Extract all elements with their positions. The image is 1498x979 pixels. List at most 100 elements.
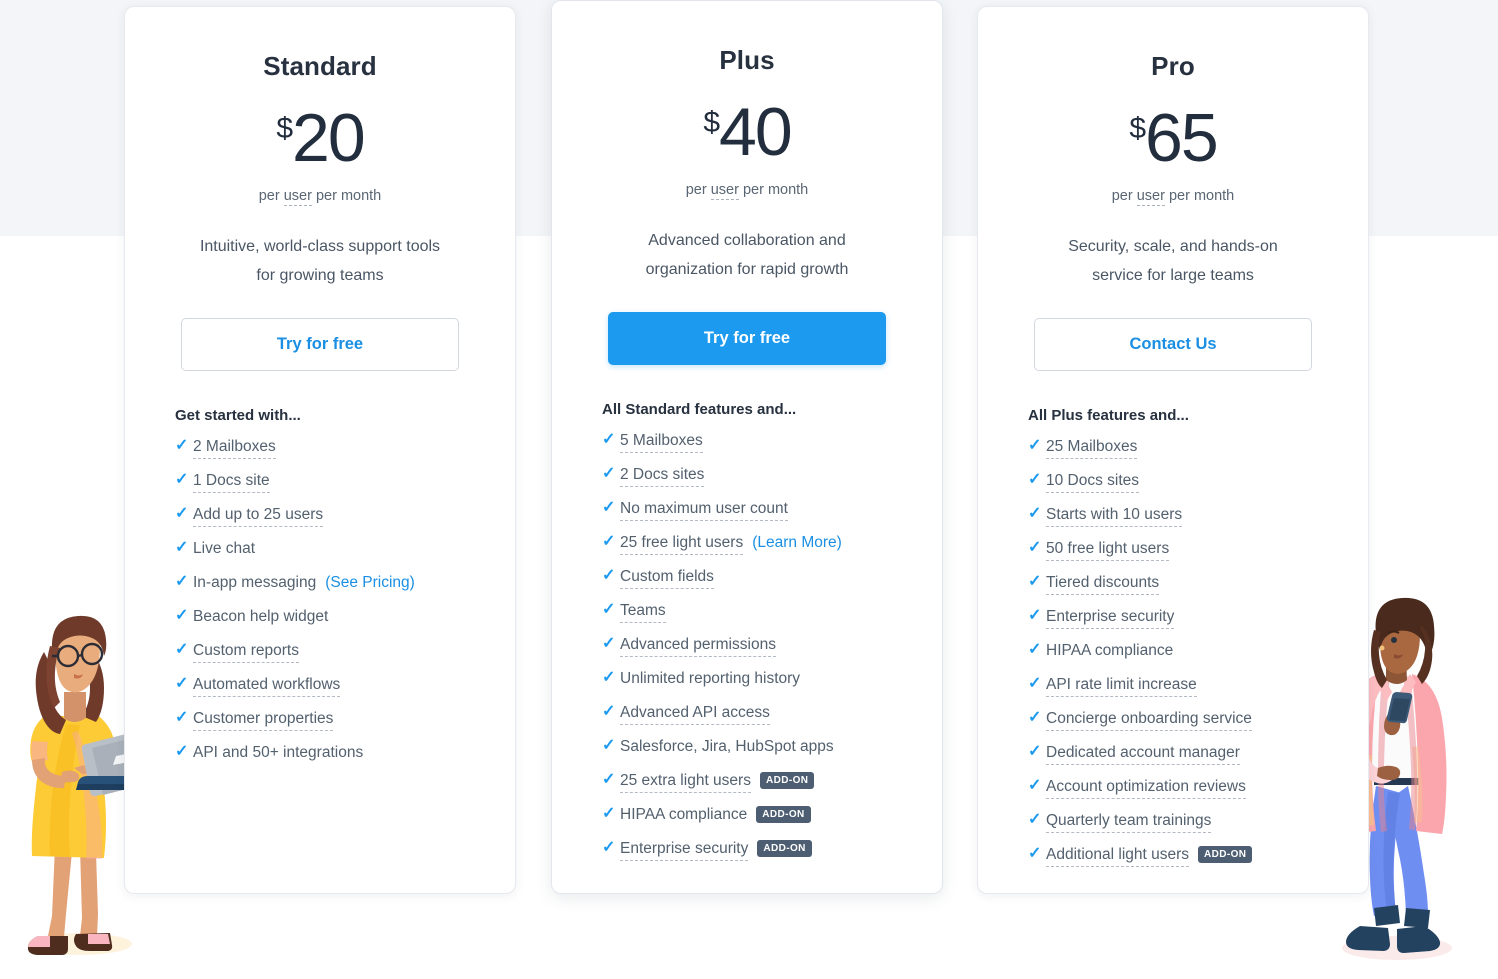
feature-item: ✓ Enterprise security ADD-ON [602, 840, 914, 874]
feature-label-tooltip[interactable]: 2 Docs sites [620, 466, 705, 487]
feature-label-tooltip[interactable]: Enterprise security [620, 840, 749, 861]
feature-item: ✓ Salesforce, Jira, HubSpot apps [602, 738, 914, 772]
features-heading-pro: All Plus features and... [1028, 407, 1189, 424]
period-term-tooltip[interactable]: user [283, 188, 312, 206]
feature-link[interactable]: (Learn More) [752, 534, 842, 552]
feature-item: ✓ 1 Docs site [175, 472, 487, 506]
pricing-card-standard: Standard $20 per user per month Intuitiv… [124, 6, 516, 894]
feature-label-tooltip[interactable]: Additional light users [1046, 846, 1190, 867]
feature-label-tooltip[interactable]: Customer properties [193, 710, 334, 731]
feature-label-tooltip[interactable]: 5 Mailboxes [620, 432, 703, 453]
check-icon: ✓ [1028, 437, 1042, 454]
check-icon: ✓ [1028, 811, 1042, 828]
feature-label-tooltip[interactable]: Enterprise security [1046, 608, 1175, 629]
feature-item: ✓ HIPAA compliance [1028, 642, 1340, 676]
check-icon: ✓ [602, 635, 616, 652]
plan-tagline-plus: Advanced collaboration and organization … [580, 226, 914, 284]
price-period-plus: per user per month [580, 182, 914, 200]
plan-price-plus: $40 [580, 98, 914, 166]
check-icon: ✓ [602, 703, 616, 720]
plan-name-standard: Standard [263, 51, 377, 81]
feature-label-tooltip[interactable]: Advanced API access [620, 704, 770, 725]
feature-item: ✓ Quarterly team trainings [1028, 812, 1340, 846]
feature-label-tooltip[interactable]: Automated workflows [193, 676, 341, 697]
feature-label-tooltip[interactable]: 2 Mailboxes [193, 438, 276, 459]
feature-label-tooltip[interactable]: 10 Docs sites [1046, 472, 1140, 493]
feature-label-tooltip[interactable]: 25 free light users [620, 534, 744, 555]
check-icon: ✓ [175, 437, 189, 454]
plan-price-pro: $65 [1006, 104, 1340, 172]
price-amount: 40 [719, 94, 793, 170]
feature-item: ✓ 2 Docs sites [602, 466, 914, 500]
feature-label-tooltip[interactable]: 50 free light users [1046, 540, 1170, 561]
period-prefix: per [685, 182, 711, 198]
feature-label-tooltip[interactable]: Concierge onboarding service [1046, 710, 1252, 731]
feature-label-tooltip[interactable]: Starts with 10 users [1046, 506, 1183, 527]
currency-symbol: $ [276, 112, 293, 145]
check-icon: ✓ [1028, 675, 1042, 692]
check-icon: ✓ [1028, 641, 1042, 658]
tagline-line-2: service for large teams [1092, 267, 1254, 284]
feature-label-tooltip[interactable]: Add up to 25 users [193, 506, 324, 527]
feature-label-tooltip[interactable]: API rate limit increase [1046, 676, 1197, 697]
feature-item: ✓ No maximum user count [602, 500, 914, 534]
features-heading-plus: All Standard features and... [602, 401, 797, 418]
feature-label: Unlimited reporting history [620, 670, 801, 687]
feature-item: ✓ HIPAA compliance ADD-ON [602, 806, 914, 840]
period-suffix: per month [311, 188, 382, 204]
check-icon: ✓ [1028, 743, 1042, 760]
try-for-free-button-standard[interactable]: Try for free [181, 318, 459, 371]
feature-label-tooltip[interactable]: Custom reports [193, 642, 299, 663]
feature-item: ✓ Enterprise security [1028, 608, 1340, 642]
feature-item: ✓ 50 free light users [1028, 540, 1340, 574]
feature-item: ✓ API and 50+ integrations [175, 744, 487, 778]
feature-item: ✓ Dedicated account manager [1028, 744, 1340, 778]
add-on-badge: ADD-ON [759, 772, 815, 789]
tagline-line-1: Security, scale, and hands-on [1068, 238, 1278, 255]
feature-label-tooltip[interactable]: 25 extra light users [620, 772, 751, 793]
feature-item: ✓ Advanced API access [602, 704, 914, 738]
check-icon: ✓ [602, 601, 616, 618]
feature-label-tooltip[interactable]: Dedicated account manager [1046, 744, 1240, 765]
feature-label-tooltip[interactable]: 25 Mailboxes [1046, 438, 1138, 459]
check-icon: ✓ [1028, 709, 1042, 726]
feature-label-tooltip[interactable]: Quarterly team trainings [1046, 812, 1212, 833]
period-prefix: per [258, 188, 284, 204]
tagline-line-1: Advanced collaboration and [648, 232, 846, 249]
add-on-badge: ADD-ON [756, 806, 811, 823]
feature-item: ✓ Custom fields [602, 568, 914, 602]
period-term-tooltip[interactable]: user [1136, 188, 1165, 206]
plan-name-plus: Plus [719, 45, 775, 75]
feature-item: ✓ API rate limit increase [1028, 676, 1340, 710]
feature-link[interactable]: (See Pricing) [325, 574, 415, 592]
feature-label: HIPAA compliance [620, 806, 748, 823]
period-suffix: per month [1164, 188, 1235, 204]
feature-label-tooltip[interactable]: Account optimization reviews [1046, 778, 1246, 799]
price-period-pro: per user per month [1006, 188, 1340, 206]
price-amount: 20 [292, 100, 366, 176]
feature-label: API and 50+ integrations [193, 744, 364, 761]
check-icon: ✓ [175, 573, 189, 590]
check-icon: ✓ [602, 533, 616, 550]
check-icon: ✓ [602, 567, 616, 584]
feature-item: ✓ Live chat [175, 540, 487, 574]
price-period-standard: per user per month [153, 188, 487, 206]
period-suffix: per month [738, 182, 809, 198]
feature-item: ✓ Add up to 25 users [175, 506, 487, 540]
feature-label-tooltip[interactable]: Tiered discounts [1046, 574, 1160, 595]
try-for-free-button-plus[interactable]: Try for free [608, 312, 886, 365]
feature-label-tooltip[interactable]: 1 Docs site [193, 472, 270, 493]
tagline-line-2: organization for rapid growth [645, 261, 849, 278]
feature-item: ✓ 10 Docs sites [1028, 472, 1340, 506]
feature-label-tooltip[interactable]: Custom fields [620, 568, 714, 589]
contact-us-button-pro[interactable]: Contact Us [1034, 318, 1312, 371]
feature-item: ✓ 25 free light users (Learn More) [602, 534, 914, 568]
feature-label-tooltip[interactable]: Teams [620, 602, 666, 623]
feature-label-tooltip[interactable]: Advanced permissions [620, 636, 776, 657]
feature-item: ✓ Customer properties [175, 710, 487, 744]
feature-label-tooltip[interactable]: No maximum user count [620, 500, 788, 521]
feature-item: ✓ In-app messaging (See Pricing) [175, 574, 487, 608]
check-icon: ✓ [1028, 505, 1042, 522]
check-icon: ✓ [1028, 845, 1042, 862]
period-term-tooltip[interactable]: user [710, 182, 739, 200]
